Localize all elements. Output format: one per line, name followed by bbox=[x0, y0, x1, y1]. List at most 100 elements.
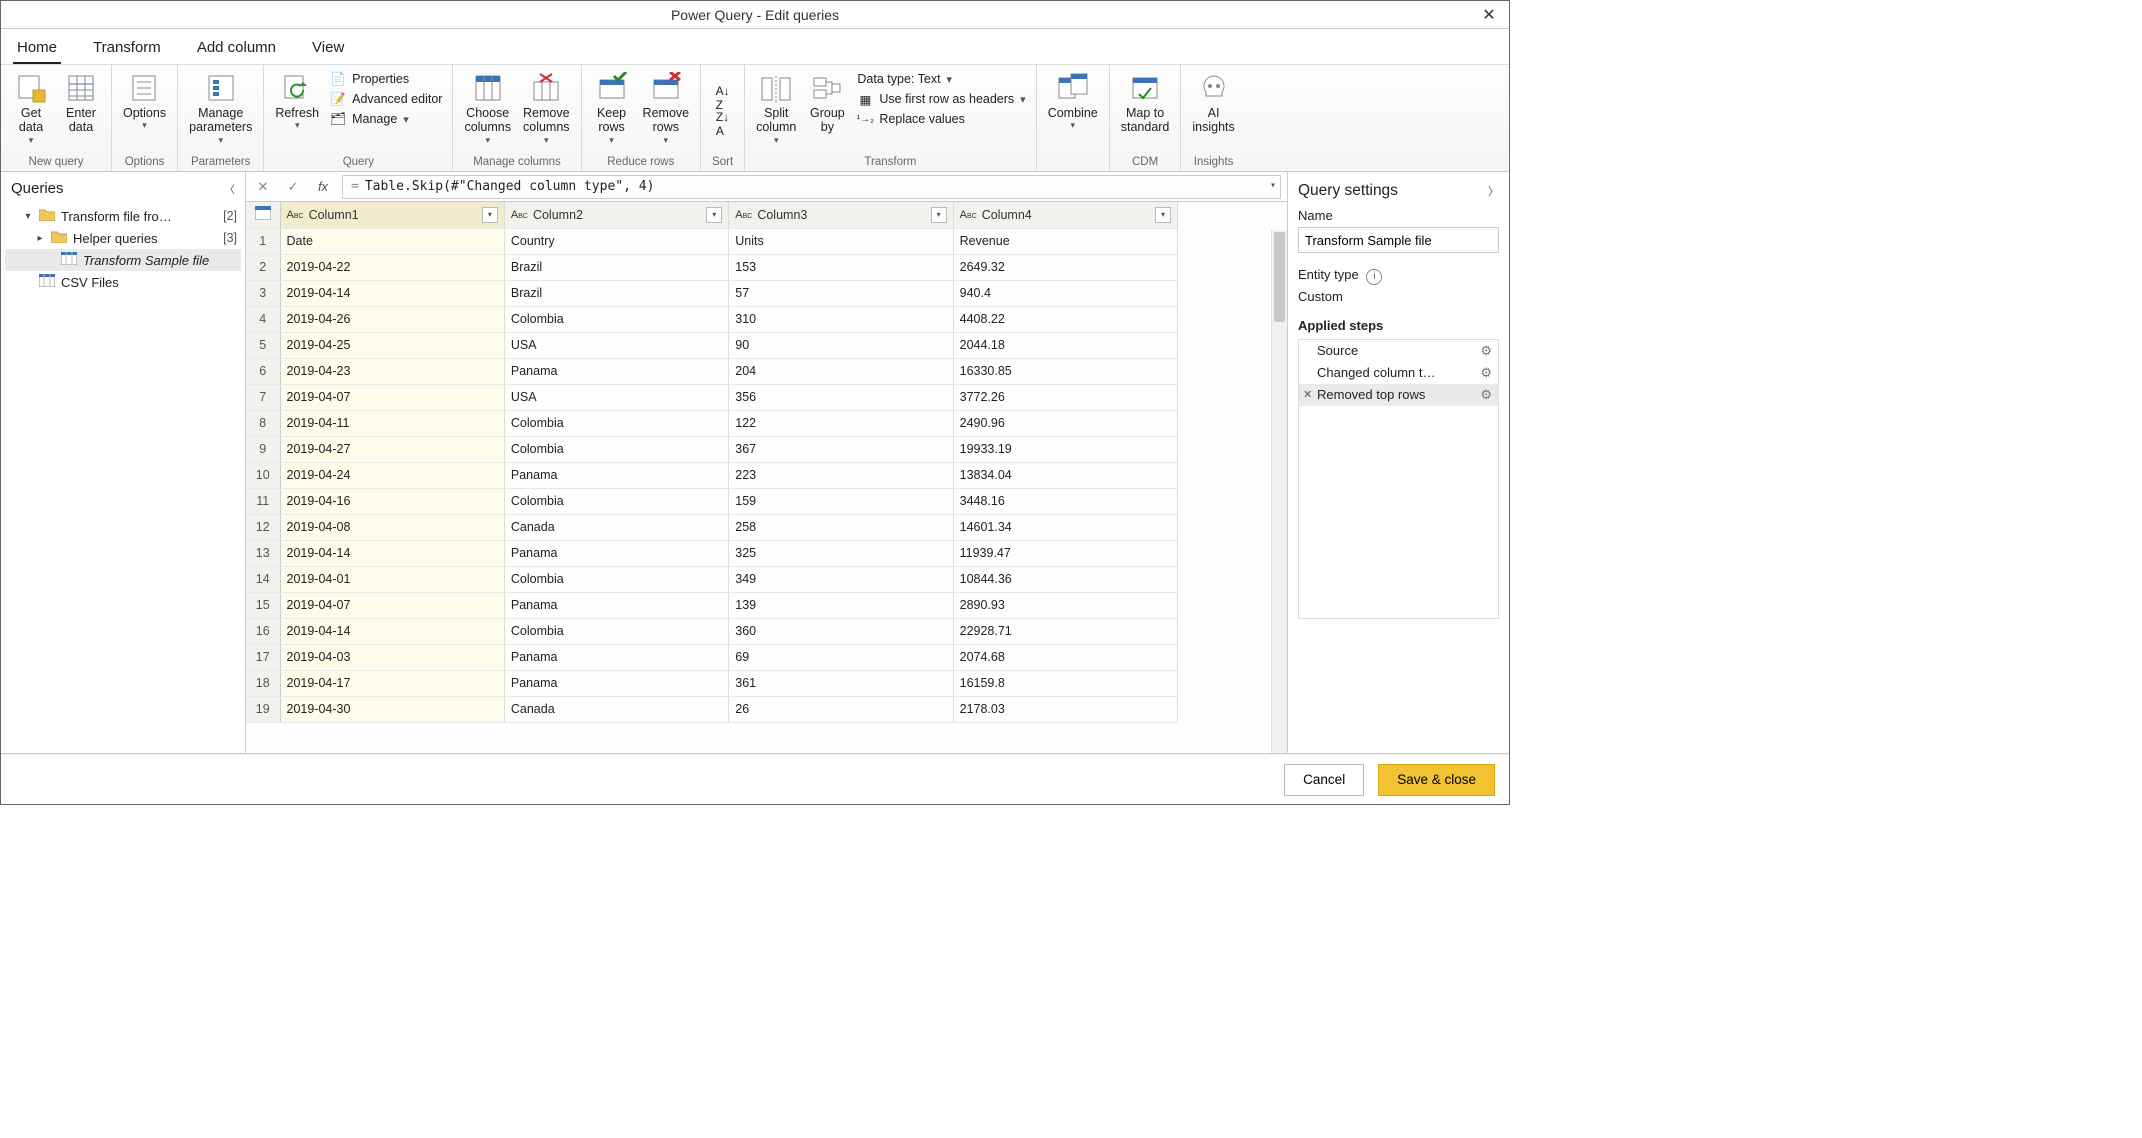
tab-transform[interactable]: Transform bbox=[89, 35, 165, 64]
row-number[interactable]: 1 bbox=[246, 228, 280, 254]
cell[interactable]: 3448.16 bbox=[953, 488, 1177, 514]
cell[interactable]: 57 bbox=[729, 280, 953, 306]
window-close-button[interactable]: ✕ bbox=[1469, 1, 1509, 29]
cell[interactable]: 2019-04-26 bbox=[280, 306, 504, 332]
tree-toggle-icon[interactable]: ▸ bbox=[35, 233, 45, 244]
tab-view[interactable]: View bbox=[308, 35, 348, 64]
cell[interactable]: 2044.18 bbox=[953, 332, 1177, 358]
cell[interactable]: Colombia bbox=[504, 618, 728, 644]
cell[interactable]: Colombia bbox=[504, 488, 728, 514]
cell[interactable]: 2890.93 bbox=[953, 592, 1177, 618]
cell[interactable]: Panama bbox=[504, 670, 728, 696]
cell[interactable]: 2074.68 bbox=[953, 644, 1177, 670]
row-number[interactable]: 7 bbox=[246, 384, 280, 410]
queries-item[interactable]: Transform Sample file bbox=[5, 249, 241, 271]
row-number[interactable]: 12 bbox=[246, 514, 280, 540]
manage-button[interactable]: 🗂Manage ▾ bbox=[326, 109, 446, 129]
row-number[interactable]: 17 bbox=[246, 644, 280, 670]
cell[interactable]: 361 bbox=[729, 670, 953, 696]
table-row[interactable]: 1DateCountryUnitsRevenue bbox=[246, 228, 1178, 254]
row-number[interactable]: 19 bbox=[246, 696, 280, 722]
tree-toggle-icon[interactable]: ▾ bbox=[23, 211, 33, 222]
column-filter-button[interactable]: ▾ bbox=[482, 207, 498, 223]
tab-add-column[interactable]: Add column bbox=[193, 35, 280, 64]
cell[interactable]: 11939.47 bbox=[953, 540, 1177, 566]
cell[interactable]: 2019-04-14 bbox=[280, 280, 504, 306]
applied-step[interactable]: Changed column t…⚙ bbox=[1299, 362, 1498, 384]
cell[interactable]: 153 bbox=[729, 254, 953, 280]
column-header[interactable]: ABCColumn3▾ bbox=[729, 202, 953, 228]
cell[interactable]: 2019-04-08 bbox=[280, 514, 504, 540]
cell[interactable]: 349 bbox=[729, 566, 953, 592]
info-icon[interactable]: i bbox=[1366, 269, 1382, 285]
remove-rows-button[interactable]: Remove rows▾ bbox=[638, 69, 695, 145]
table-row[interactable]: 182019-04-17Panama36116159.8 bbox=[246, 670, 1178, 696]
cell[interactable]: Colombia bbox=[504, 436, 728, 462]
cell[interactable]: 22928.71 bbox=[953, 618, 1177, 644]
table-row[interactable]: 52019-04-25USA902044.18 bbox=[246, 332, 1178, 358]
cell[interactable]: Colombia bbox=[504, 410, 728, 436]
cell[interactable]: 2019-04-23 bbox=[280, 358, 504, 384]
table-row[interactable]: 92019-04-27Colombia36719933.19 bbox=[246, 436, 1178, 462]
cell[interactable]: 2019-04-30 bbox=[280, 696, 504, 722]
scrollbar-thumb[interactable] bbox=[1274, 232, 1285, 322]
table-row[interactable]: 162019-04-14Colombia36022928.71 bbox=[246, 618, 1178, 644]
cell[interactable]: 2019-04-07 bbox=[280, 592, 504, 618]
column-header[interactable]: ABCColumn1▾ bbox=[280, 202, 504, 228]
cell[interactable]: 2178.03 bbox=[953, 696, 1177, 722]
cell[interactable]: Canada bbox=[504, 514, 728, 540]
tab-home[interactable]: Home bbox=[13, 35, 61, 64]
cell[interactable]: 14601.34 bbox=[953, 514, 1177, 540]
cell[interactable]: 2019-04-11 bbox=[280, 410, 504, 436]
cell[interactable]: Canada bbox=[504, 696, 728, 722]
cell[interactable]: 2019-04-24 bbox=[280, 462, 504, 488]
options-button[interactable]: Options▾ bbox=[118, 69, 171, 131]
sort-desc-button[interactable]: Z↓A bbox=[712, 113, 733, 135]
row-number[interactable]: 6 bbox=[246, 358, 280, 384]
cell[interactable]: 258 bbox=[729, 514, 953, 540]
save-close-button[interactable]: Save & close bbox=[1378, 764, 1495, 796]
table-row[interactable]: 112019-04-16Colombia1593448.16 bbox=[246, 488, 1178, 514]
row-number[interactable]: 5 bbox=[246, 332, 280, 358]
cell[interactable]: 204 bbox=[729, 358, 953, 384]
remove-columns-button[interactable]: Remove columns▾ bbox=[518, 69, 575, 145]
split-column-button[interactable]: Split column▾ bbox=[751, 69, 801, 145]
table-row[interactable]: 192019-04-30Canada262178.03 bbox=[246, 696, 1178, 722]
formula-cancel-button[interactable]: ✕ bbox=[252, 176, 274, 198]
cell[interactable]: 2019-04-27 bbox=[280, 436, 504, 462]
table-row[interactable]: 102019-04-24Panama22313834.04 bbox=[246, 462, 1178, 488]
formula-input[interactable]: = Table.Skip(#"Changed column type", 4) … bbox=[342, 175, 1281, 199]
map-to-standard-button[interactable]: Map to standard bbox=[1116, 69, 1175, 135]
enter-data-button[interactable]: Enter data bbox=[57, 69, 105, 135]
cell[interactable]: 139 bbox=[729, 592, 953, 618]
cell[interactable]: 69 bbox=[729, 644, 953, 670]
table-row[interactable]: 152019-04-07Panama1392890.93 bbox=[246, 592, 1178, 618]
table-row[interactable]: 82019-04-11Colombia1222490.96 bbox=[246, 410, 1178, 436]
query-name-input[interactable] bbox=[1298, 227, 1499, 253]
table-row[interactable]: 132019-04-14Panama32511939.47 bbox=[246, 540, 1178, 566]
queries-folder[interactable]: ▸Helper queries[3] bbox=[5, 227, 241, 249]
cell[interactable]: 2019-04-22 bbox=[280, 254, 504, 280]
cell[interactable]: Colombia bbox=[504, 306, 728, 332]
cell[interactable]: 2019-04-16 bbox=[280, 488, 504, 514]
cell[interactable]: 90 bbox=[729, 332, 953, 358]
row-number[interactable]: 14 bbox=[246, 566, 280, 592]
cell[interactable]: 360 bbox=[729, 618, 953, 644]
combine-button[interactable]: Combine▾ bbox=[1043, 69, 1103, 131]
table-row[interactable]: 142019-04-01Colombia34910844.36 bbox=[246, 566, 1178, 592]
cell[interactable]: 2019-04-17 bbox=[280, 670, 504, 696]
row-number[interactable]: 3 bbox=[246, 280, 280, 306]
sort-asc-button[interactable]: A↓Z bbox=[712, 87, 734, 109]
data-type-button[interactable]: Data type: Text ▾ bbox=[853, 69, 1029, 89]
group-by-button[interactable]: Group by bbox=[803, 69, 851, 135]
cell[interactable]: USA bbox=[504, 384, 728, 410]
cell[interactable]: Panama bbox=[504, 540, 728, 566]
row-number[interactable]: 15 bbox=[246, 592, 280, 618]
queries-item[interactable]: CSV Files bbox=[5, 271, 241, 293]
use-first-row-button[interactable]: ▦Use first row as headers ▾ bbox=[853, 89, 1029, 109]
row-number[interactable]: 2 bbox=[246, 254, 280, 280]
grid-corner[interactable] bbox=[246, 202, 280, 228]
column-header[interactable]: ABCColumn2▾ bbox=[504, 202, 728, 228]
cell[interactable]: 4408.22 bbox=[953, 306, 1177, 332]
cell[interactable]: Colombia bbox=[504, 566, 728, 592]
